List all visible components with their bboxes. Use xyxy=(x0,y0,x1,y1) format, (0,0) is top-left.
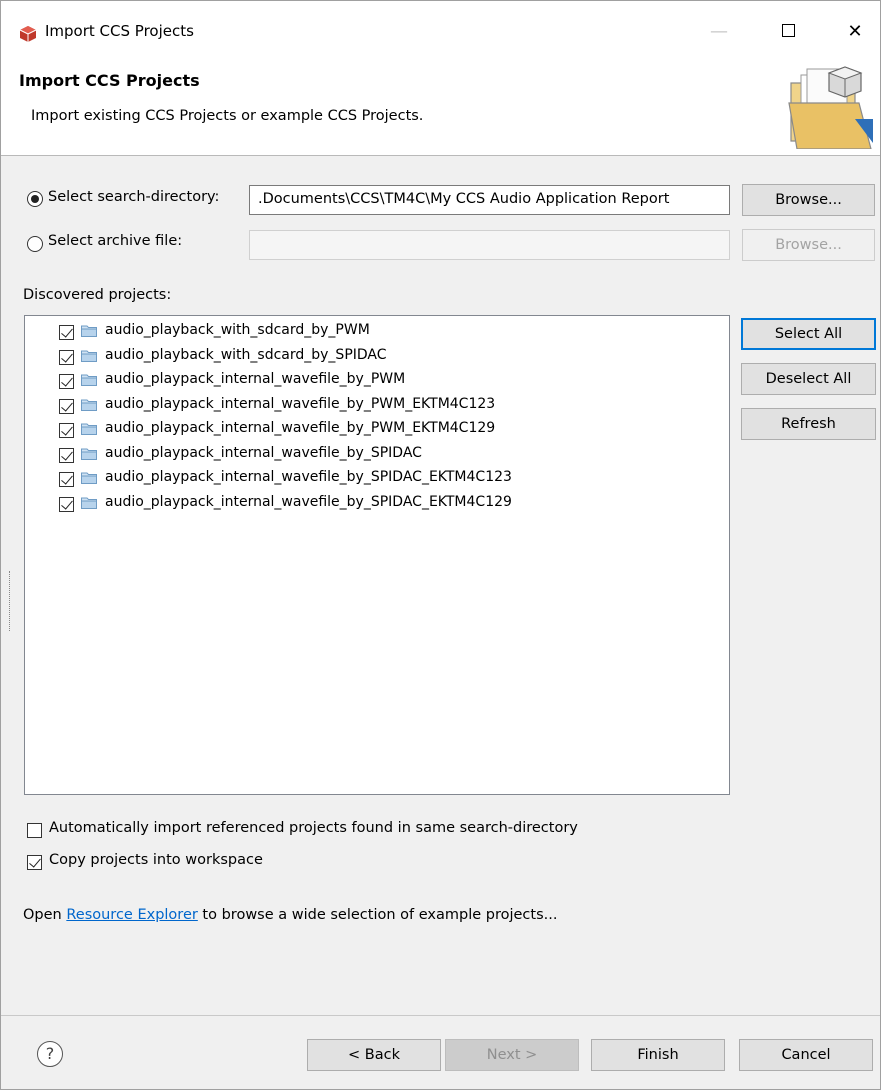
import-folder-icon xyxy=(788,66,873,149)
project-name: audio_playback_with_sdcard_by_SPIDAC xyxy=(105,346,387,363)
browse-directory-button[interactable]: Browse... xyxy=(742,184,875,216)
project-folder-icon xyxy=(81,448,97,460)
project-checkbox[interactable] xyxy=(59,423,74,438)
copy-projects-checkbox[interactable] xyxy=(27,855,42,870)
help-icon[interactable]: ? xyxy=(37,1041,63,1067)
deselect-all-button[interactable]: Deselect All xyxy=(741,363,876,395)
footer-divider xyxy=(1,1015,880,1016)
auto-import-label: Automatically import referenced projects… xyxy=(49,820,578,836)
project-checkbox[interactable] xyxy=(59,472,74,487)
select-archive-radio[interactable] xyxy=(27,236,43,252)
project-checkbox[interactable] xyxy=(59,447,74,463)
project-checkbox[interactable] xyxy=(59,374,74,389)
cancel-button[interactable]: Cancel xyxy=(739,1039,873,1071)
resource-explorer-text: Open Resource Explorer to browse a wide … xyxy=(23,907,557,923)
ccs-app-icon xyxy=(19,26,37,42)
project-folder-icon xyxy=(81,350,97,362)
project-folder-icon xyxy=(81,472,97,484)
finish-button[interactable]: Finish xyxy=(591,1039,725,1071)
minimize-button[interactable]: — xyxy=(699,17,739,47)
select-directory-radio[interactable] xyxy=(27,191,43,207)
project-folder-icon xyxy=(81,423,97,435)
title-bar: Import CCS Projects — ✕ xyxy=(1,1,880,61)
select-directory-label: Select search-directory: xyxy=(48,189,220,205)
maximize-button[interactable] xyxy=(768,17,808,47)
project-folder-icon xyxy=(81,374,97,386)
info-suffix: to browse a wide selection of example pr… xyxy=(197,907,558,923)
resize-grip xyxy=(9,571,11,631)
project-name: audio_playpack_internal_wavefile_by_PWM xyxy=(105,371,406,387)
project-folder-icon xyxy=(81,497,97,509)
info-prefix: Open xyxy=(23,907,67,923)
copy-projects-label: Copy projects into workspace xyxy=(49,852,263,868)
next-button[interactable]: Next > xyxy=(445,1039,579,1071)
browse-archive-button[interactable]: Browse... xyxy=(742,229,875,261)
window-title: Import CCS Projects xyxy=(45,22,194,40)
project-checkbox[interactable] xyxy=(59,398,74,414)
project-name: audio_playpack_internal_wavefile_by_PWM_… xyxy=(105,420,496,436)
project-checkbox[interactable] xyxy=(59,325,74,340)
select-all-button[interactable]: Select All xyxy=(741,318,876,350)
import-dialog: Import CCS Projects — ✕ Import CCS Proje… xyxy=(0,0,881,1090)
discovered-projects-label: Discovered projects: xyxy=(23,287,172,303)
wizard-banner: Import CCS Projects Import existing CCS … xyxy=(1,61,880,156)
refresh-button[interactable]: Refresh xyxy=(741,408,876,440)
project-folder-icon xyxy=(81,399,97,411)
project-folder-icon xyxy=(81,325,97,337)
select-archive-label: Select archive file: xyxy=(48,233,183,249)
search-directory-input[interactable]: .Documents\CCS\TM4C\My CCS Audio Applica… xyxy=(249,185,730,215)
project-checkbox[interactable] xyxy=(59,496,74,512)
project-name: audio_playpack_internal_wavefile_by_PWM_… xyxy=(105,395,496,412)
close-button[interactable]: ✕ xyxy=(835,17,875,47)
project-name: audio_playpack_internal_wavefile_by_SPID… xyxy=(105,469,512,485)
project-checkbox[interactable] xyxy=(59,349,74,365)
project-name: audio_playpack_internal_wavefile_by_SPID… xyxy=(105,493,512,510)
archive-file-input[interactable] xyxy=(249,230,730,260)
maximize-icon xyxy=(781,24,795,37)
page-title: Import CCS Projects xyxy=(19,71,200,90)
page-description: Import existing CCS Projects or example … xyxy=(31,108,424,124)
projects-list[interactable]: audio_playback_with_sdcard_by_PWM audio_p… xyxy=(24,315,730,795)
resource-explorer-link[interactable]: Resource Explorer xyxy=(66,907,197,923)
project-name: audio_playback_with_sdcard_by_PWM xyxy=(105,322,370,338)
auto-import-checkbox[interactable] xyxy=(27,823,42,838)
back-button[interactable]: < Back xyxy=(307,1039,441,1071)
project-name: audio_playpack_internal_wavefile_by_SPID… xyxy=(105,444,422,461)
